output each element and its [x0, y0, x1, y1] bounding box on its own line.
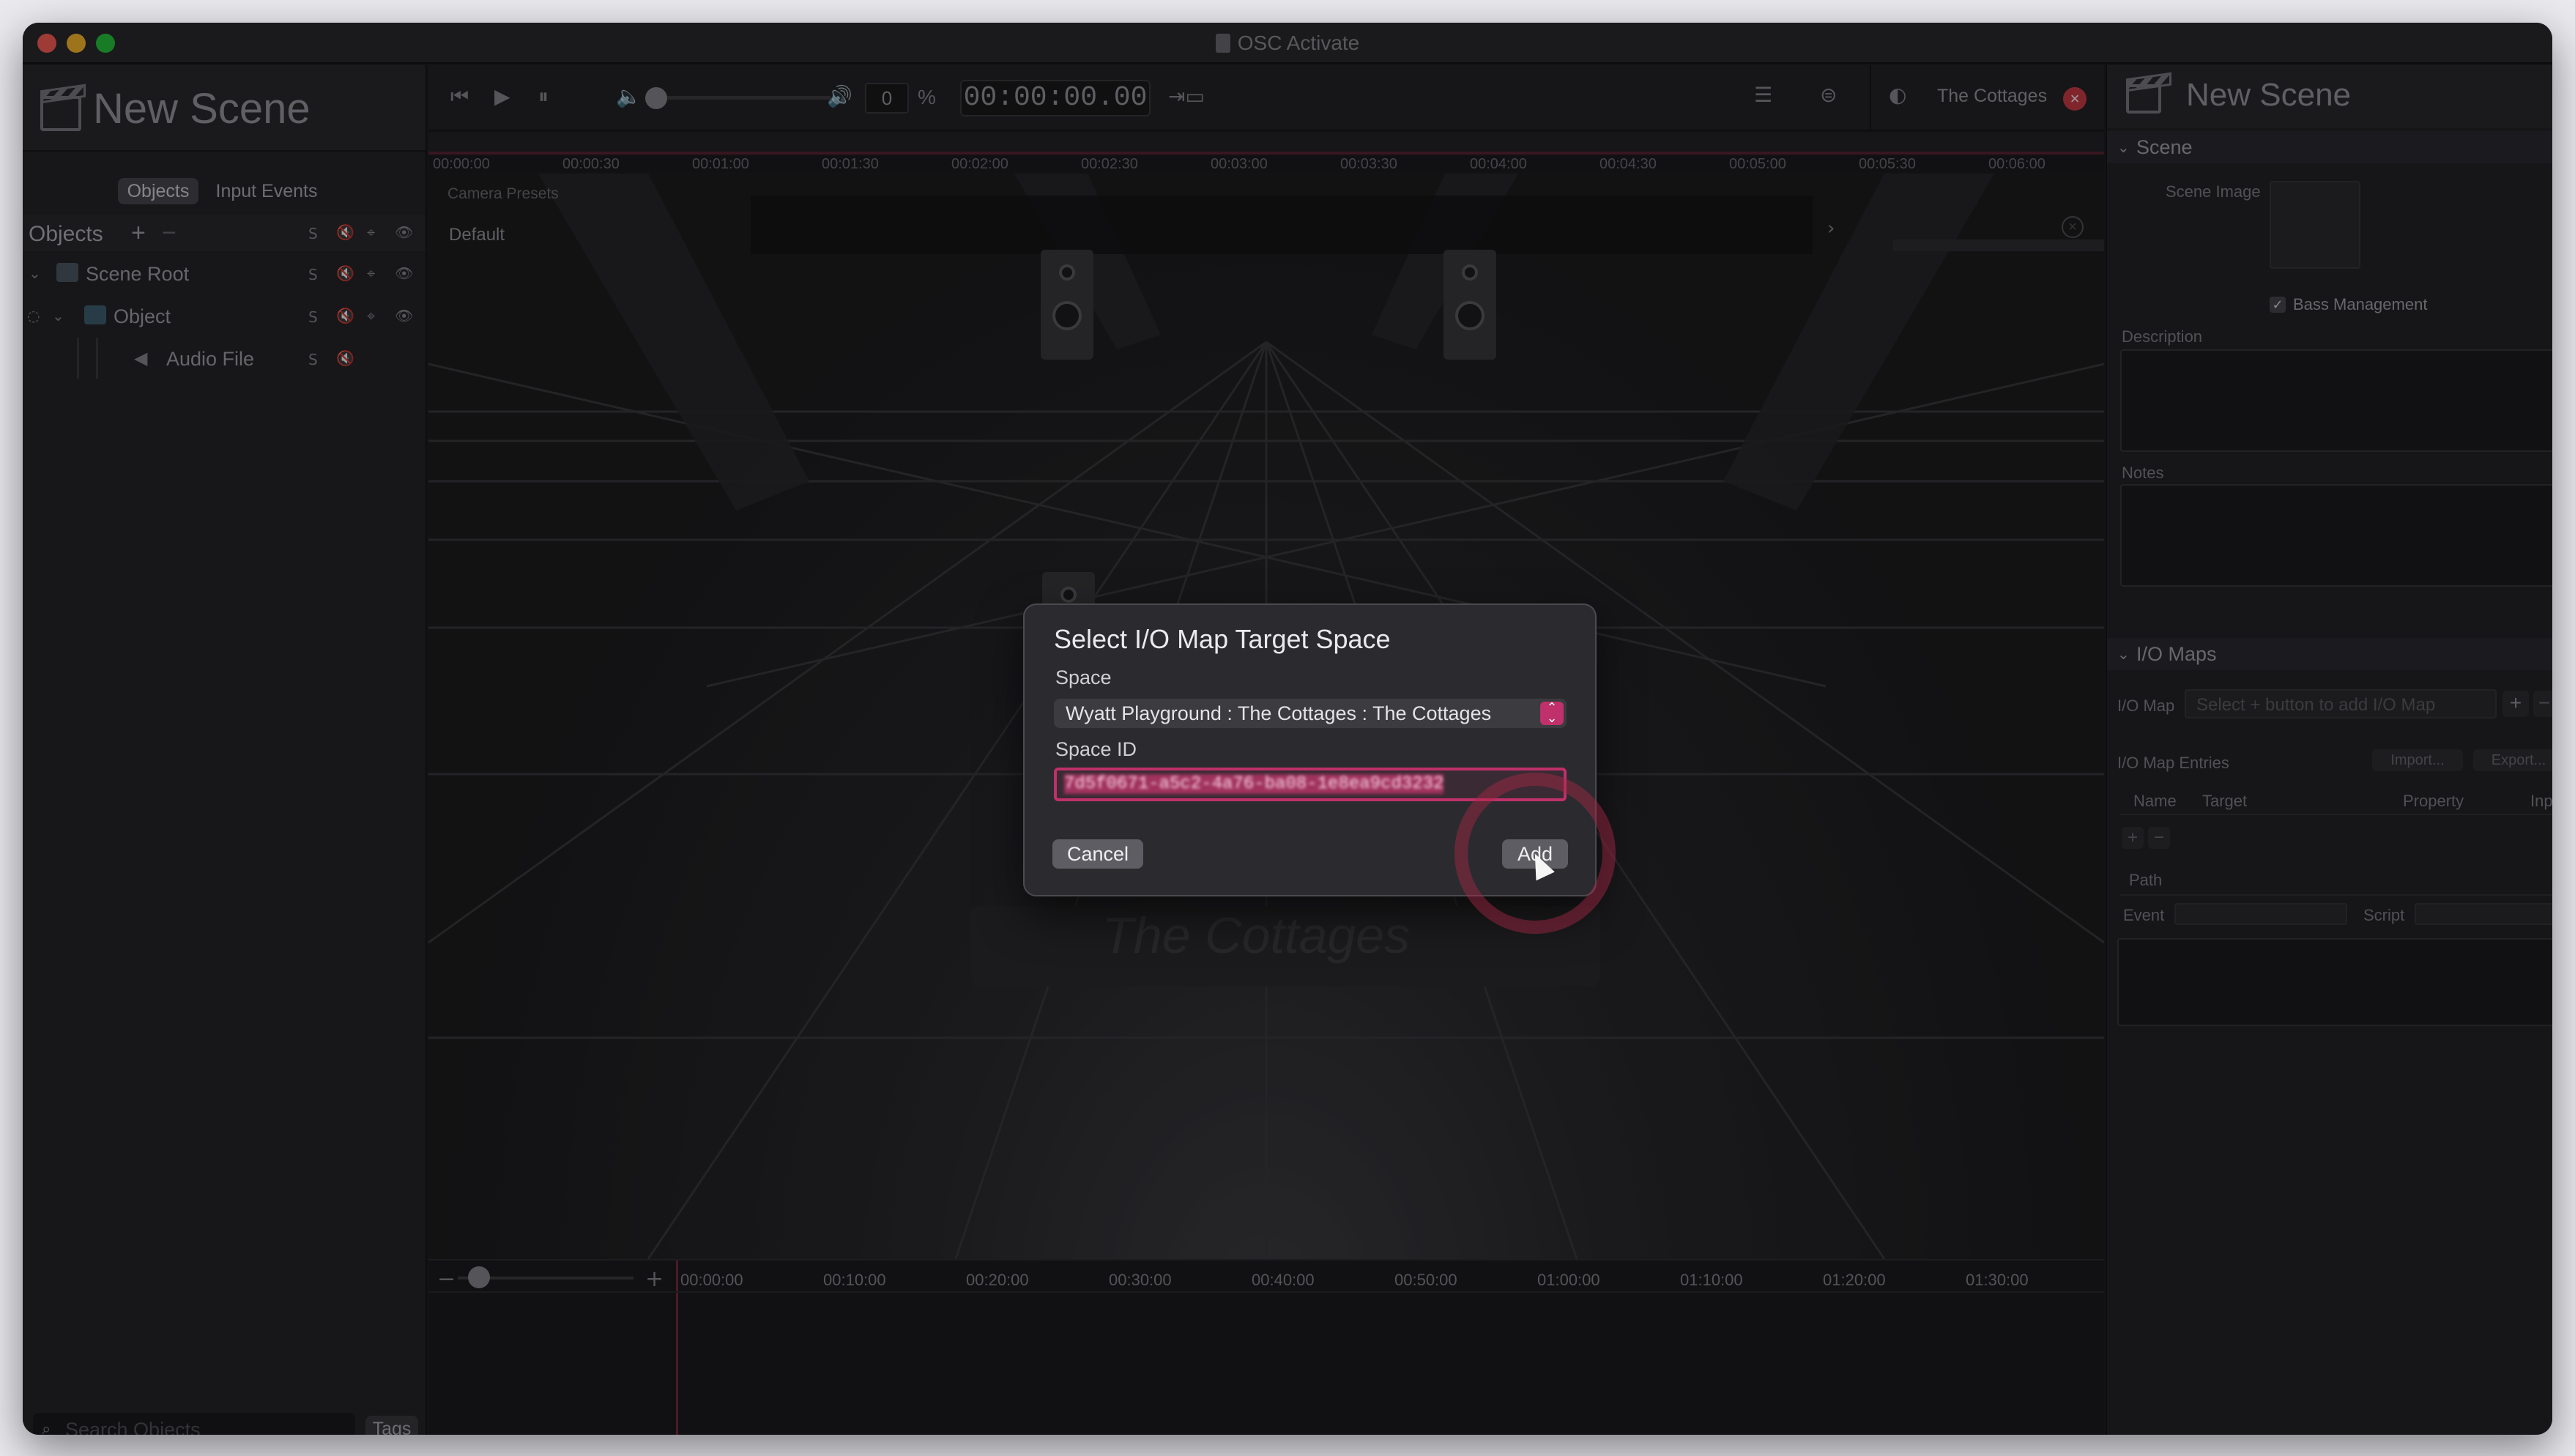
space-select-value: Wyatt Playground : The Cottages : The Co… — [1066, 702, 1492, 724]
dialog-title: Select I/O Map Target Space — [1054, 624, 1391, 654]
space-id-label: Space ID — [1055, 738, 1137, 760]
select-stepper-icon: ⌃ ⌄ — [1540, 702, 1564, 725]
app-window: OSC Activate New Scene Objects Input Eve… — [23, 23, 2552, 1435]
space-label: Space — [1055, 666, 1112, 688]
space-id-value: 7d5f0671-a5c2-4a76-ba08-1e8ea9cd3232 — [1064, 774, 1444, 794]
space-select[interactable]: Wyatt Playground : The Cottages : The Co… — [1054, 699, 1567, 728]
cancel-button[interactable]: Cancel — [1052, 839, 1143, 869]
